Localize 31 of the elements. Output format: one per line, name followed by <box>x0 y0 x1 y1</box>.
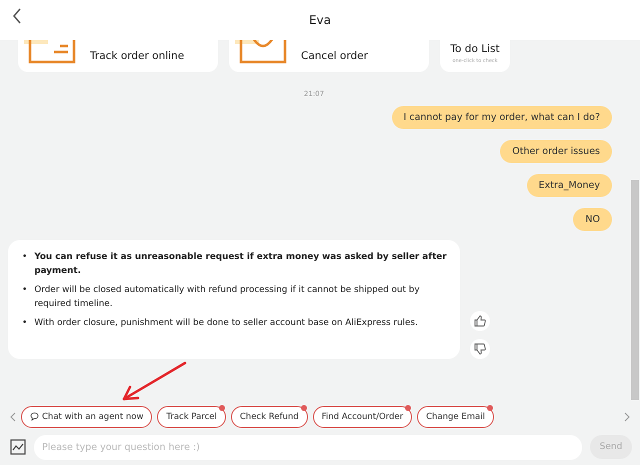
service-label: Track order online <box>90 40 218 62</box>
message-item: With order closure, punishment will be done to seller account base on AliExpress rules. <box>34 317 418 330</box>
todo-title: To do List <box>450 43 500 55</box>
chat-title: Eva <box>308 13 332 27</box>
user-message: Other order issues <box>500 140 612 163</box>
annotation-arrow <box>120 360 188 402</box>
bullet: • <box>22 284 28 298</box>
service-label: Cancel order <box>301 40 429 62</box>
thumbs-down-icon[interactable] <box>470 338 490 359</box>
bullet: • <box>22 251 28 264</box>
service-card[interactable]: Cancel order <box>229 40 429 72</box>
user-message: I cannot pay for my order, what can I do? <box>392 106 612 129</box>
image-icon[interactable] <box>10 439 26 455</box>
scroll-right-icon[interactable] <box>624 412 630 422</box>
message-input-field[interactable]: Please type your question here :) <box>34 434 582 460</box>
scrollbar-thumb[interactable] <box>631 180 639 400</box>
chat-bubble-icon <box>30 412 39 421</box>
bullet: • <box>22 317 28 330</box>
message-item: Order will be closed automatically with refund processing if it cannot be shipped out by required timeline. <box>34 284 421 312</box>
quick-reply-chip[interactable]: Change Email <box>417 406 494 428</box>
message-item: You can refuse it as unreasonable request if extra money was asked by seller after payment. <box>34 251 448 278</box>
user-message: NO <box>573 208 612 231</box>
quick-reply-chip[interactable]: Check Refund <box>230 406 308 428</box>
user-message: Extra_Money <box>526 174 612 197</box>
back-icon[interactable] <box>12 8 22 24</box>
quick-reply-chip[interactable]: Track Parcel <box>157 406 226 428</box>
quick-reply-chip[interactable]: Chat with an agent now <box>21 406 152 428</box>
thumbs-up-icon[interactable] <box>470 310 490 331</box>
service-card[interactable]: Track order online <box>18 40 218 72</box>
scroll-left-icon[interactable] <box>10 412 16 422</box>
quick-reply-chip[interactable]: Find Account/Order <box>312 406 412 428</box>
